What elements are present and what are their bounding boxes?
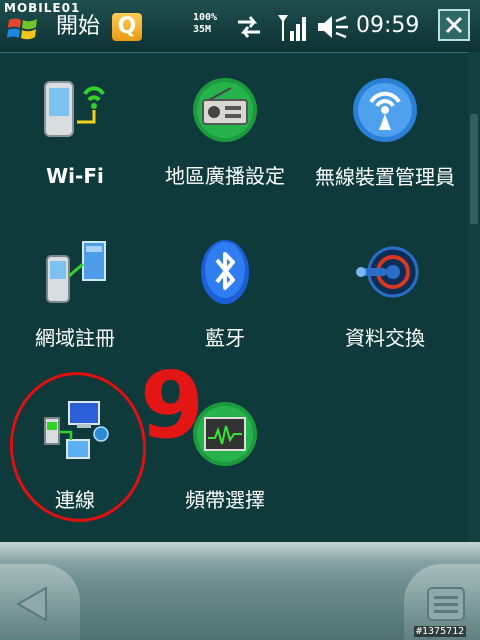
domain-enroll-icon xyxy=(46,241,106,303)
battery-line-2: 35M xyxy=(193,24,212,35)
sync-arrows-icon[interactable] xyxy=(234,14,264,40)
tile-regional-broadcast[interactable]: 地區廣播設定 xyxy=(150,52,300,212)
close-button[interactable] xyxy=(438,9,470,41)
soft-key-bar xyxy=(0,542,480,640)
battery-line-1: 100% xyxy=(193,12,218,23)
watermark-bottom: #1375712 xyxy=(414,626,467,637)
tile-label: 資料交換 xyxy=(345,326,425,350)
annotation-number: 9 xyxy=(140,352,205,459)
radio-icon xyxy=(193,78,257,142)
tile-wifi[interactable]: Wi-Fi xyxy=(0,52,150,212)
tile-label: Wi-Fi xyxy=(46,164,104,188)
battery-status: 100% 35M xyxy=(193,12,217,36)
clock: 09:59 xyxy=(356,13,420,38)
tile-wireless-manager[interactable]: 無線裝置管理員 xyxy=(310,52,460,212)
tile-bluetooth[interactable]: 藍牙 xyxy=(150,214,300,374)
tile-beam[interactable]: 資料交換 xyxy=(310,214,460,374)
tile-label: 地區廣播設定 xyxy=(165,164,285,188)
tile-label: 藍牙 xyxy=(205,326,245,350)
tile-domain-enroll[interactable]: 網域註冊 xyxy=(0,214,150,374)
beam-icon xyxy=(356,246,419,298)
signal-bars-icon[interactable] xyxy=(276,11,308,43)
scroll-thumb[interactable] xyxy=(470,114,478,224)
windows-flag-icon[interactable] xyxy=(6,14,40,44)
back-arrow-icon xyxy=(15,586,47,622)
volume-icon[interactable] xyxy=(316,13,352,41)
scrollbar[interactable] xyxy=(468,52,480,542)
wireless-manager-icon xyxy=(353,78,417,142)
wifi-phone-icon xyxy=(44,81,105,137)
bluetooth-icon xyxy=(201,240,249,304)
start-label[interactable]: 開始 xyxy=(56,13,100,41)
status-bar: MOBILE01 開始 Q 100% 35M 09:59 xyxy=(0,0,480,53)
menu-list-icon xyxy=(427,587,465,621)
bottom-strip xyxy=(0,542,480,560)
tile-label: 頻帶選擇 xyxy=(185,488,265,512)
back-button[interactable] xyxy=(0,564,80,640)
tile-label: 網域註冊 xyxy=(35,326,115,350)
close-icon xyxy=(445,16,463,34)
tile-label: 無線裝置管理員 xyxy=(315,165,455,189)
q-logo: Q xyxy=(112,13,142,41)
